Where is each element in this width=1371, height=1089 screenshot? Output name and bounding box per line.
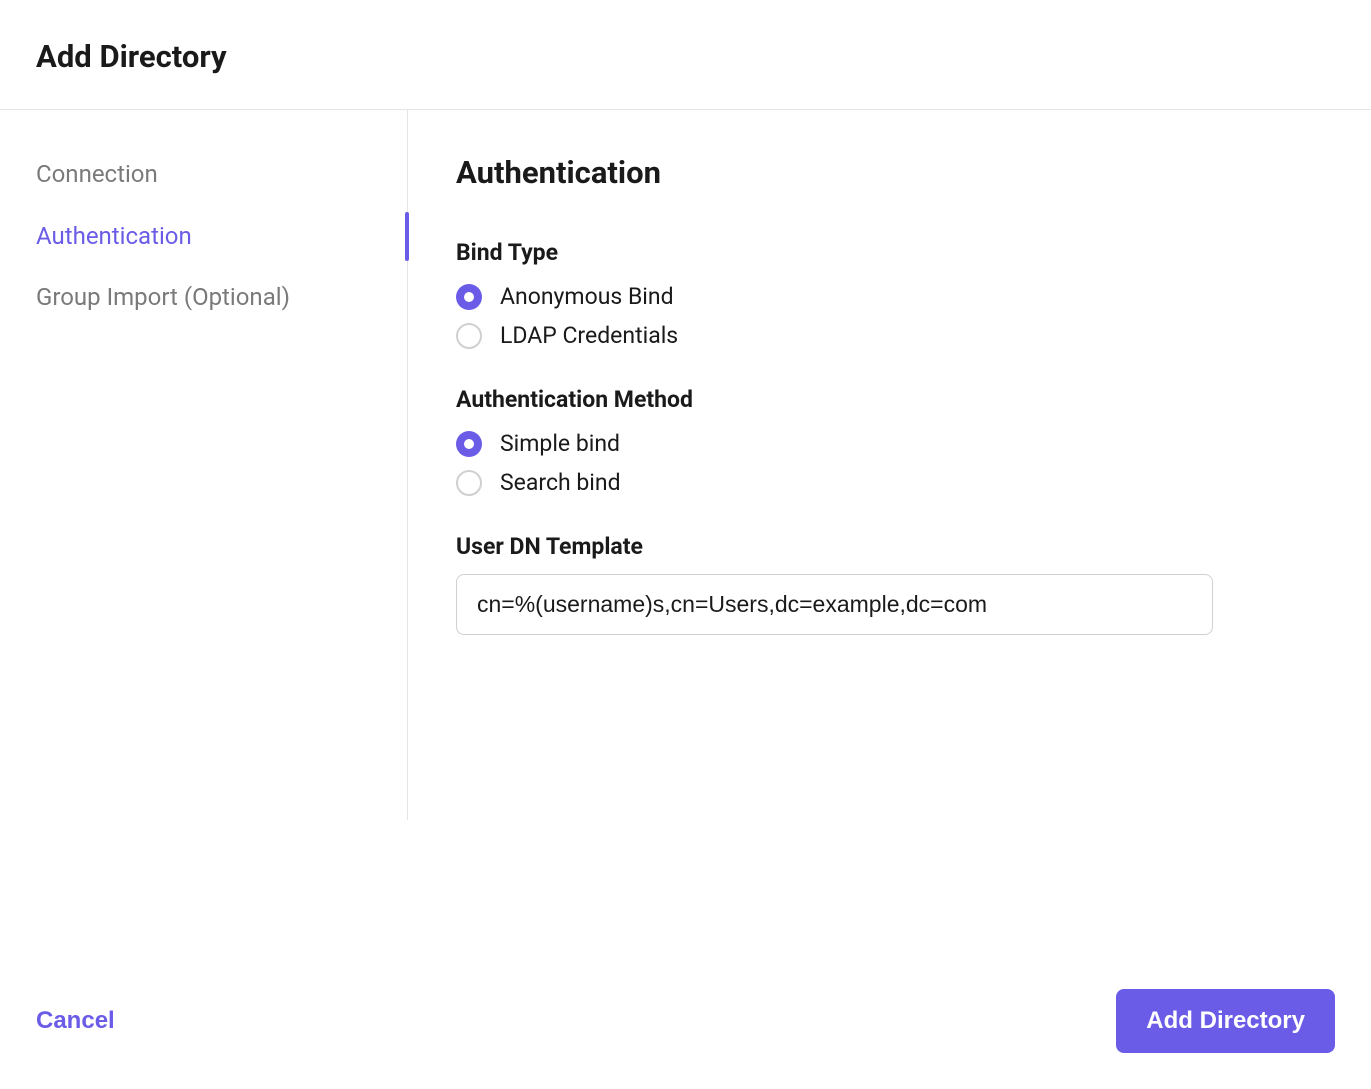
sidebar-item-connection[interactable]: Connection (0, 144, 407, 206)
dialog-body: Connection Authentication Group Import (… (0, 110, 1371, 961)
bind-type-label: Bind Type (456, 239, 1323, 266)
radio-search-bind[interactable]: Search bind (456, 466, 1323, 499)
cancel-button[interactable]: Cancel (36, 1007, 115, 1035)
radio-icon (456, 323, 482, 349)
radio-simple-bind[interactable]: Simple bind (456, 427, 1323, 460)
user-dn-template-label: User DN Template (456, 533, 1323, 560)
radio-icon (456, 470, 482, 496)
radio-icon (456, 284, 482, 310)
radio-label: LDAP Credentials (500, 322, 678, 349)
main-panel: Authentication Bind Type Anonymous Bind … (408, 110, 1371, 961)
auth-method-section: Authentication Method Simple bind Search… (456, 386, 1323, 499)
user-dn-template-section: User DN Template (456, 533, 1323, 635)
sidebar: Connection Authentication Group Import (… (0, 110, 408, 820)
radio-label: Anonymous Bind (500, 283, 674, 310)
sidebar-item-label: Connection (36, 160, 158, 188)
section-heading: Authentication (456, 154, 1323, 191)
auth-method-label: Authentication Method (456, 386, 1323, 413)
user-dn-template-input[interactable] (456, 574, 1213, 635)
radio-icon (456, 431, 482, 457)
dialog-footer: Cancel Add Directory (0, 961, 1371, 1089)
add-directory-button[interactable]: Add Directory (1116, 989, 1335, 1053)
sidebar-item-authentication[interactable]: Authentication (0, 206, 407, 268)
radio-label: Search bind (500, 469, 621, 496)
radio-anonymous-bind[interactable]: Anonymous Bind (456, 280, 1323, 313)
dialog-title: Add Directory (36, 38, 1335, 75)
radio-ldap-credentials[interactable]: LDAP Credentials (456, 319, 1323, 352)
sidebar-item-label: Authentication (36, 222, 192, 250)
sidebar-item-label: Group Import (Optional) (36, 283, 290, 311)
dialog-header: Add Directory (0, 0, 1371, 110)
bind-type-section: Bind Type Anonymous Bind LDAP Credential… (456, 239, 1323, 352)
radio-label: Simple bind (500, 430, 620, 457)
sidebar-item-group-import[interactable]: Group Import (Optional) (0, 267, 407, 329)
